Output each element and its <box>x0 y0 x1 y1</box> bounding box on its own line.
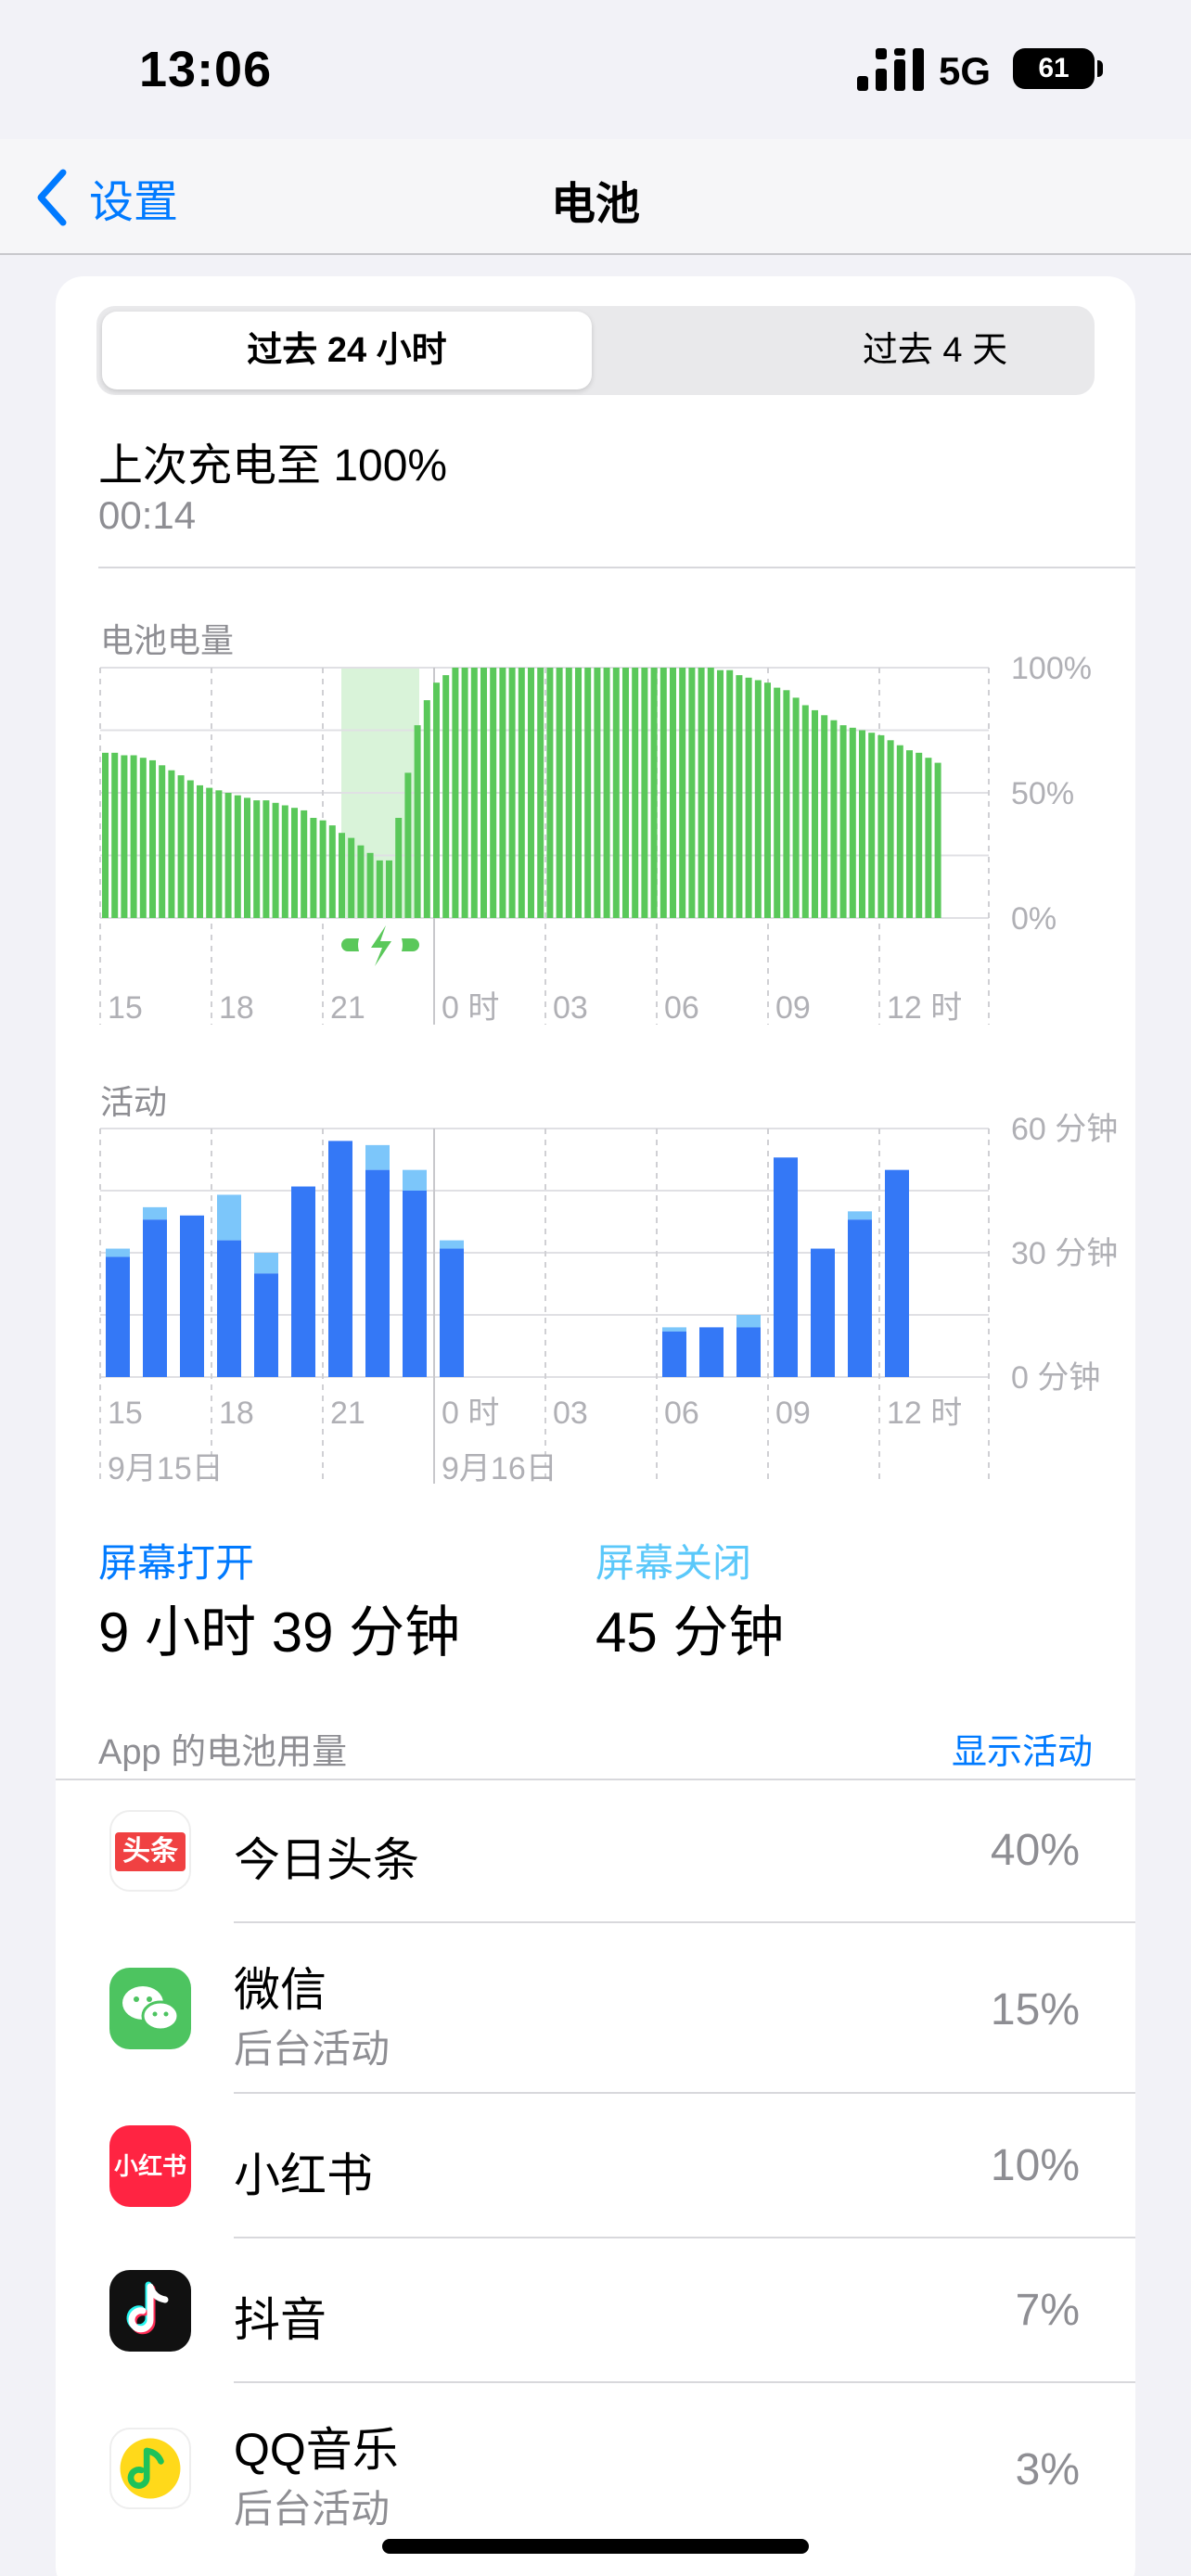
x-tick-label: 06 <box>664 1396 699 1431</box>
x-tick-label: 12 时 <box>887 1396 962 1431</box>
qqmusic-icon <box>109 2428 191 2509</box>
divider <box>234 2237 1135 2238</box>
screen-off-bar <box>403 1169 427 1191</box>
screen-off-bar <box>254 1253 278 1274</box>
y-tick-label: 0 分钟 <box>1011 1360 1100 1396</box>
screen-on-bar <box>848 1219 872 1377</box>
x-tick-label: 09 <box>775 1396 811 1431</box>
screen-off-bar <box>848 1211 872 1220</box>
screen-on-bar <box>291 1186 315 1377</box>
y-tick-label: 60 分钟 <box>1011 1112 1118 1147</box>
xiaohongshu-icon-label: 小红书 <box>113 2152 186 2180</box>
app-row-toutiao[interactable]: 头条 今日头条 40% <box>56 1780 1135 1923</box>
toutiao-icon: 头条 <box>109 1810 191 1892</box>
app-name: 小红书 <box>234 2149 373 2201</box>
divider <box>234 1921 1135 1923</box>
x-tick-label: 03 <box>553 1396 588 1431</box>
screen-on-bar <box>365 1169 390 1377</box>
screen-off-bar <box>736 1315 761 1328</box>
home-indicator[interactable] <box>382 2539 809 2554</box>
screen-off-bar <box>662 1327 686 1332</box>
screen-off-label: 屏幕关闭 <box>596 1541 752 1585</box>
app-subtitle: 后台活动 <box>234 2487 391 2531</box>
xiaohongshu-icon: 小红书 <box>109 2125 191 2207</box>
screen-off-bar <box>106 1248 130 1257</box>
divider <box>234 2381 1135 2383</box>
screen-on-bar <box>662 1331 686 1377</box>
divider <box>234 2092 1135 2094</box>
app-row-douyin[interactable]: 抖音 7% <box>56 2240 1135 2383</box>
x-tick-label: 0 时 <box>442 1396 499 1431</box>
app-name: 抖音 <box>234 2294 327 2346</box>
app-percent: 7% <box>1015 2286 1080 2335</box>
screen-on-bar <box>440 1248 464 1377</box>
screen-off-bar <box>143 1206 167 1220</box>
screen-on-label: 屏幕打开 <box>98 1541 255 1585</box>
screen-on-bar <box>774 1157 798 1377</box>
screen-off-bar <box>365 1144 390 1170</box>
screen-on-bar <box>217 1240 241 1377</box>
app-percent: 3% <box>1015 2445 1080 2494</box>
screen-on-value: 9 小时 39 分钟 <box>98 1601 461 1664</box>
screen-off-bar <box>217 1194 241 1241</box>
date-label: 9月15日 <box>108 1451 224 1486</box>
screen-on-bar <box>885 1169 909 1377</box>
app-name: QQ音乐 <box>234 2424 399 2476</box>
activity-chart: 60 分钟 30 分钟 0 分钟 15 18 21 0 时 03 06 09 12 时 9月15日 9月… <box>99 1112 1118 1486</box>
app-row-xiaohongshu[interactable]: 小红书 小红书 10% <box>56 2096 1135 2238</box>
app-usage-header: App 的电池用量 <box>98 1733 348 1772</box>
music-note-icon <box>126 2281 169 2335</box>
screen-on-bar <box>143 1219 167 1377</box>
x-tick-label: 21 <box>330 1396 365 1431</box>
screen-on-bar <box>811 1248 835 1377</box>
screen-on-bar <box>106 1256 130 1377</box>
x-tick-label: 15 <box>108 1396 143 1431</box>
wechat-bubbles-icon <box>122 1986 180 2032</box>
app-row-wechat[interactable]: 微信 后台活动 15% <box>56 1925 1135 2094</box>
date-label: 9月16日 <box>442 1451 557 1486</box>
screen-on-bar <box>180 1215 204 1377</box>
wechat-icon <box>109 1968 191 2049</box>
screen-on-bar <box>403 1191 427 1377</box>
screen-on-bar <box>254 1273 278 1377</box>
app-subtitle: 后台活动 <box>234 2027 391 2071</box>
screen-off-bar <box>440 1240 464 1249</box>
app-percent: 40% <box>990 1826 1080 1875</box>
douyin-icon <box>109 2270 191 2352</box>
qqmusic-logo-icon <box>120 2438 181 2499</box>
app-row-qqmusic[interactable]: QQ音乐 后台活动 3% <box>56 2385 1135 2554</box>
show-activity-button[interactable]: 显示活动 <box>952 1723 1093 1774</box>
x-tick-label: 18 <box>219 1396 254 1431</box>
screen-on-bar <box>328 1141 352 1377</box>
y-tick-label: 30 分钟 <box>1011 1236 1118 1271</box>
app-name: 微信 <box>234 1964 327 2016</box>
app-name: 今日头条 <box>234 1834 419 1886</box>
toutiao-icon-label: 头条 <box>115 1832 186 1871</box>
screen-on-bar <box>699 1327 724 1377</box>
app-percent: 15% <box>990 1985 1080 2034</box>
app-percent: 10% <box>990 2141 1080 2190</box>
screen-on-bar <box>736 1327 761 1377</box>
screen-off-value: 45 分钟 <box>596 1601 785 1664</box>
